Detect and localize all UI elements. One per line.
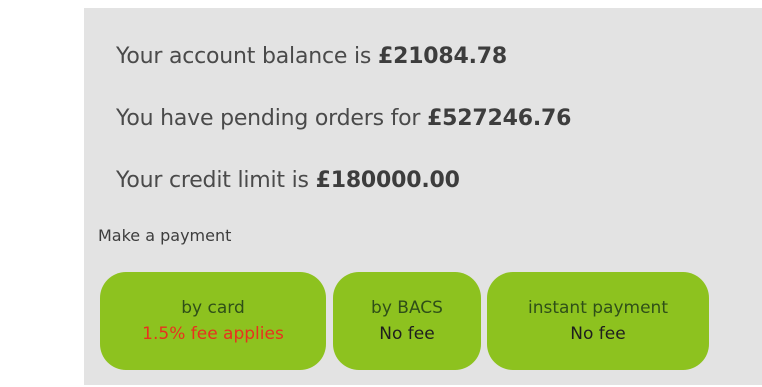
pay-by-card-label: by card: [181, 298, 245, 318]
credit-limit-value: £180000.00: [315, 168, 460, 193]
credit-limit-label: Your credit limit is: [116, 168, 316, 193]
instant-payment-label: instant payment: [527, 298, 668, 318]
instant-payment-button[interactable]: instant payment No fee: [487, 272, 709, 370]
pay-by-bacs-label: by BACS: [371, 298, 443, 318]
pay-by-bacs-button[interactable]: by BACS No fee: [333, 272, 481, 370]
pending-orders-value: £527246.76: [427, 106, 572, 131]
pay-by-card-fee: 1.5% fee applies: [142, 324, 284, 344]
make-payment-heading: Make a payment: [98, 226, 232, 245]
pay-by-card-button[interactable]: by card 1.5% fee applies: [100, 272, 326, 370]
instant-payment-fee: No fee: [570, 324, 626, 344]
pending-orders-line: You have pending orders for £527246.76: [116, 106, 571, 131]
account-balance-value: £21084.78: [377, 44, 508, 69]
pending-orders-label: You have pending orders for: [116, 106, 428, 131]
account-balance-label: Your account balance is: [116, 44, 378, 69]
account-balance-line: Your account balance is £21084.78: [116, 44, 507, 69]
account-summary-panel: Your account balance is £21084.78 You ha…: [84, 8, 762, 385]
credit-limit-line: Your credit limit is £180000.00: [116, 168, 460, 193]
pay-by-bacs-fee: No fee: [379, 324, 435, 344]
